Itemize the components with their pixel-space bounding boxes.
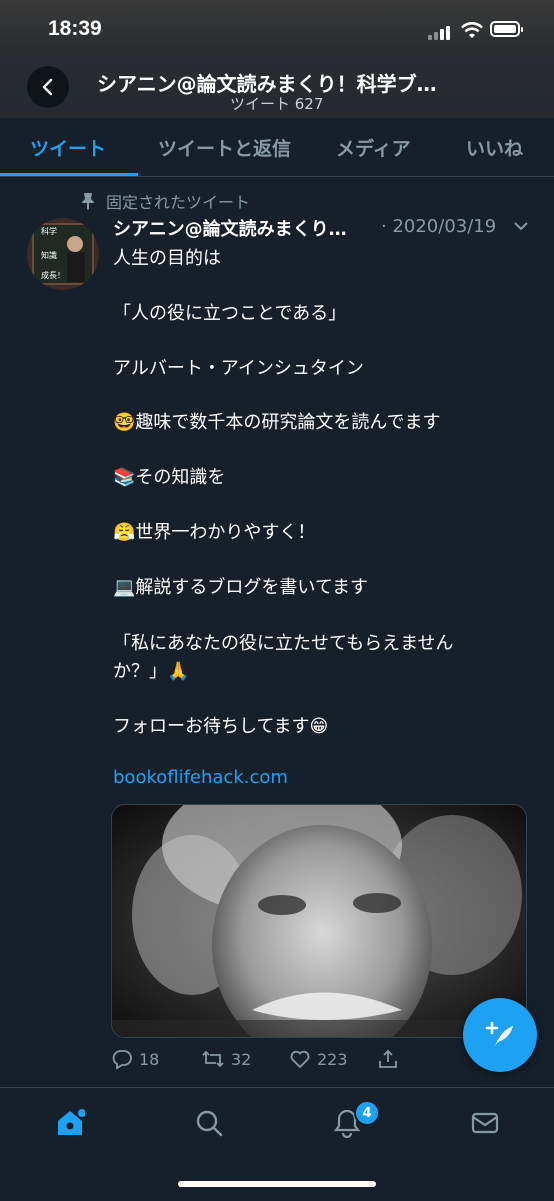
avatar[interactable]: 科学 知識 成長！ bbox=[27, 218, 99, 290]
tweet-line: 「私にあなたの役に立たせてもらえません bbox=[113, 633, 454, 654]
retweet-count: 32 bbox=[231, 1049, 252, 1069]
tweet-line: か？」🙏 bbox=[113, 661, 190, 682]
reply-button[interactable]: 18 bbox=[111, 1048, 159, 1070]
status-time: 18:39 bbox=[48, 17, 102, 40]
tweet-line: アルバート・アインシュタイン bbox=[113, 358, 364, 379]
tweet-line: 人生の目的は bbox=[113, 248, 221, 269]
tab-media[interactable]: メディア bbox=[336, 134, 411, 161]
tweet-header: シアニン@論文読みまくり… · 2020/03/19 bbox=[113, 215, 533, 241]
tweet-line: フォローお待ちしてます😁 bbox=[113, 716, 329, 737]
chevron-down-icon[interactable] bbox=[513, 220, 529, 232]
battery-icon bbox=[490, 21, 523, 37]
pinned-indicator: 固定されたツイート bbox=[80, 189, 250, 213]
chevron-left-icon bbox=[42, 78, 53, 96]
avatar-text-3: 成長！ bbox=[41, 270, 65, 280]
tweet-line: 🤓趣味で数千本の研究論文を読んでます bbox=[113, 412, 441, 433]
wifi-icon bbox=[461, 22, 483, 38]
messages-mail-icon[interactable] bbox=[470, 1108, 500, 1138]
tab-likes[interactable]: いいね bbox=[466, 134, 523, 161]
pinned-label: 固定されたツイート bbox=[106, 193, 251, 212]
tweet-count: ツイート 627 bbox=[230, 95, 324, 113]
tweet-link[interactable]: bookoflifehack.com bbox=[113, 767, 288, 788]
back-button[interactable] bbox=[27, 66, 69, 108]
tweet-line: 📚その知識を bbox=[113, 467, 226, 488]
avatar-text-1: 科学 bbox=[41, 226, 57, 236]
search-icon[interactable] bbox=[194, 1108, 224, 1138]
tweet-photo[interactable] bbox=[111, 804, 527, 1038]
reply-icon bbox=[112, 1050, 132, 1070]
avatar-text-2: 知識 bbox=[41, 250, 57, 260]
active-tab-indicator bbox=[0, 173, 138, 176]
notification-count-badge: 4 bbox=[354, 1100, 380, 1126]
feather-plus-icon bbox=[485, 1021, 513, 1046]
tweet-author[interactable]: シアニン@論文読みまくり… bbox=[113, 215, 347, 241]
tab-tweets[interactable]: ツイート bbox=[30, 134, 106, 161]
tweet-line: 「人の役に立つことである」 bbox=[113, 303, 347, 324]
tab-tweets-and-replies[interactable]: ツイートと返信 bbox=[158, 134, 291, 161]
pin-icon bbox=[82, 193, 94, 210]
cellular-signal-icon bbox=[428, 24, 454, 40]
like-count: 223 bbox=[317, 1049, 348, 1069]
compose-tweet-button[interactable] bbox=[463, 998, 537, 1072]
reply-count: 18 bbox=[139, 1049, 160, 1069]
tweet-line: 💻解説するブログを書いてます bbox=[113, 577, 368, 598]
share-icon bbox=[379, 1049, 397, 1068]
heart-icon bbox=[290, 1050, 310, 1069]
tweet-line: 😤世界一わかりやすく！ bbox=[113, 522, 316, 543]
tweet-date[interactable]: · 2020/03/19 bbox=[381, 216, 496, 237]
like-button[interactable]: 223 bbox=[289, 1048, 348, 1070]
share-button[interactable] bbox=[377, 1048, 399, 1070]
home-icon[interactable] bbox=[55, 1108, 85, 1138]
retweet-icon bbox=[202, 1050, 224, 1068]
profile-tabs: ツイート ツイートと返信 メディア いいね bbox=[0, 118, 554, 177]
home-indicator[interactable] bbox=[178, 1181, 376, 1187]
retweet-button[interactable]: 32 bbox=[201, 1048, 251, 1070]
